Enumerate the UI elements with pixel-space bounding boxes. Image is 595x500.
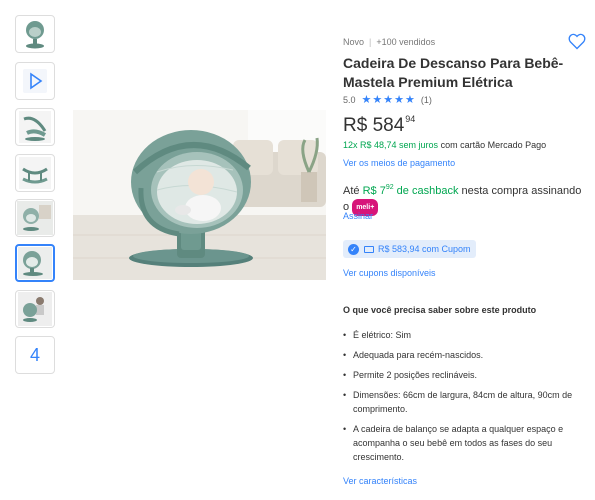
cashback-amount-int: R$ 7 (362, 185, 386, 197)
thumb-swing-side[interactable] (15, 108, 55, 146)
feature-item: A cadeira de balanço se adapta a qualque… (343, 422, 583, 464)
swing-thumb-image (26, 21, 44, 49)
price-integer: 584 (372, 115, 405, 136)
cashback-pre: Até (343, 185, 363, 197)
cashback-info: Até R$ 792 de cashback nesta compra assi… (343, 180, 583, 216)
thumb-swing-front[interactable] (15, 15, 55, 53)
condition: Novo (343, 37, 365, 47)
more-count: 4 (29, 344, 40, 365)
baby-swing-thumb-image (18, 247, 52, 279)
sold-count: +100 vendidos (376, 37, 436, 47)
coupon-text: R$ 583,94 com Cupom (378, 244, 471, 254)
cashback-label: de cashback (393, 185, 459, 197)
available-coupons-link[interactable]: Ver cupons disponíveis (343, 268, 436, 278)
installments-card: com cartão Mercado Pago (438, 140, 547, 150)
main-product-image[interactable] (73, 110, 326, 280)
see-characteristics-link[interactable]: Ver características (343, 476, 417, 486)
meta-separator: | (369, 37, 372, 47)
rating-value: 5.0 (343, 94, 356, 105)
play-icon (23, 69, 47, 93)
mother-baby-thumb-image (18, 292, 52, 326)
subscribe-link[interactable]: Assinar (343, 211, 373, 221)
feature-item: É elétrico: Sim (343, 328, 583, 342)
payment-methods-link[interactable]: Ver os meios de pagamento (343, 158, 455, 168)
swing-side-thumb-image (19, 111, 51, 143)
check-circle-icon: ✓ (348, 243, 359, 255)
baby-swing-photo (73, 110, 326, 280)
star-rating-icon: ★★★★★ (361, 94, 416, 106)
product-meta: Novo | +100 vendidos (343, 37, 435, 47)
baby-room-thumb-image (17, 201, 53, 235)
price: R$ 58494 (343, 114, 415, 137)
price-currency: R$ (343, 115, 368, 136)
thumb-baby-swing[interactable] (15, 244, 55, 282)
coupon-badge[interactable]: ✓ R$ 583,94 com Cupom (343, 240, 476, 258)
thumb-swing-base[interactable] (15, 154, 55, 192)
cashback-cents: 92 (385, 184, 394, 191)
swing-base-thumb-image (19, 157, 51, 189)
rating-count: (1) (420, 94, 432, 105)
installments: 12x R$ 48,74 sem juros com cartão Mercad… (343, 140, 546, 150)
installments-terms: 12x R$ 48,74 sem juros (343, 140, 439, 150)
feature-item: Adequada para recém-nascidos. (343, 348, 583, 362)
ticket-icon (364, 245, 374, 253)
price-cents: 94 (405, 114, 416, 124)
thumb-video[interactable] (15, 62, 55, 100)
heart-outline-icon[interactable] (567, 31, 587, 51)
feature-item: Permite 2 posições reclináveis. (343, 368, 583, 382)
product-title: Cadeira De Descanso Para Bebê- Mastela P… (343, 55, 564, 90)
rating[interactable]: 5.0 ★★★★★ (1) (343, 93, 432, 106)
features-title: O que você precisa saber sobre este prod… (343, 305, 537, 315)
features-list: É elétrico: Sim Adequada para recém-nasc… (343, 328, 583, 470)
feature-item: Dimensões: 66cm de largura, 84cm de altu… (343, 388, 583, 416)
thumb-baby-room[interactable] (15, 199, 55, 237)
thumb-mother-baby[interactable] (15, 290, 55, 328)
cashback-amount: R$ 792 de cashback (362, 184, 459, 197)
thumb-more[interactable]: 4 (15, 336, 55, 374)
